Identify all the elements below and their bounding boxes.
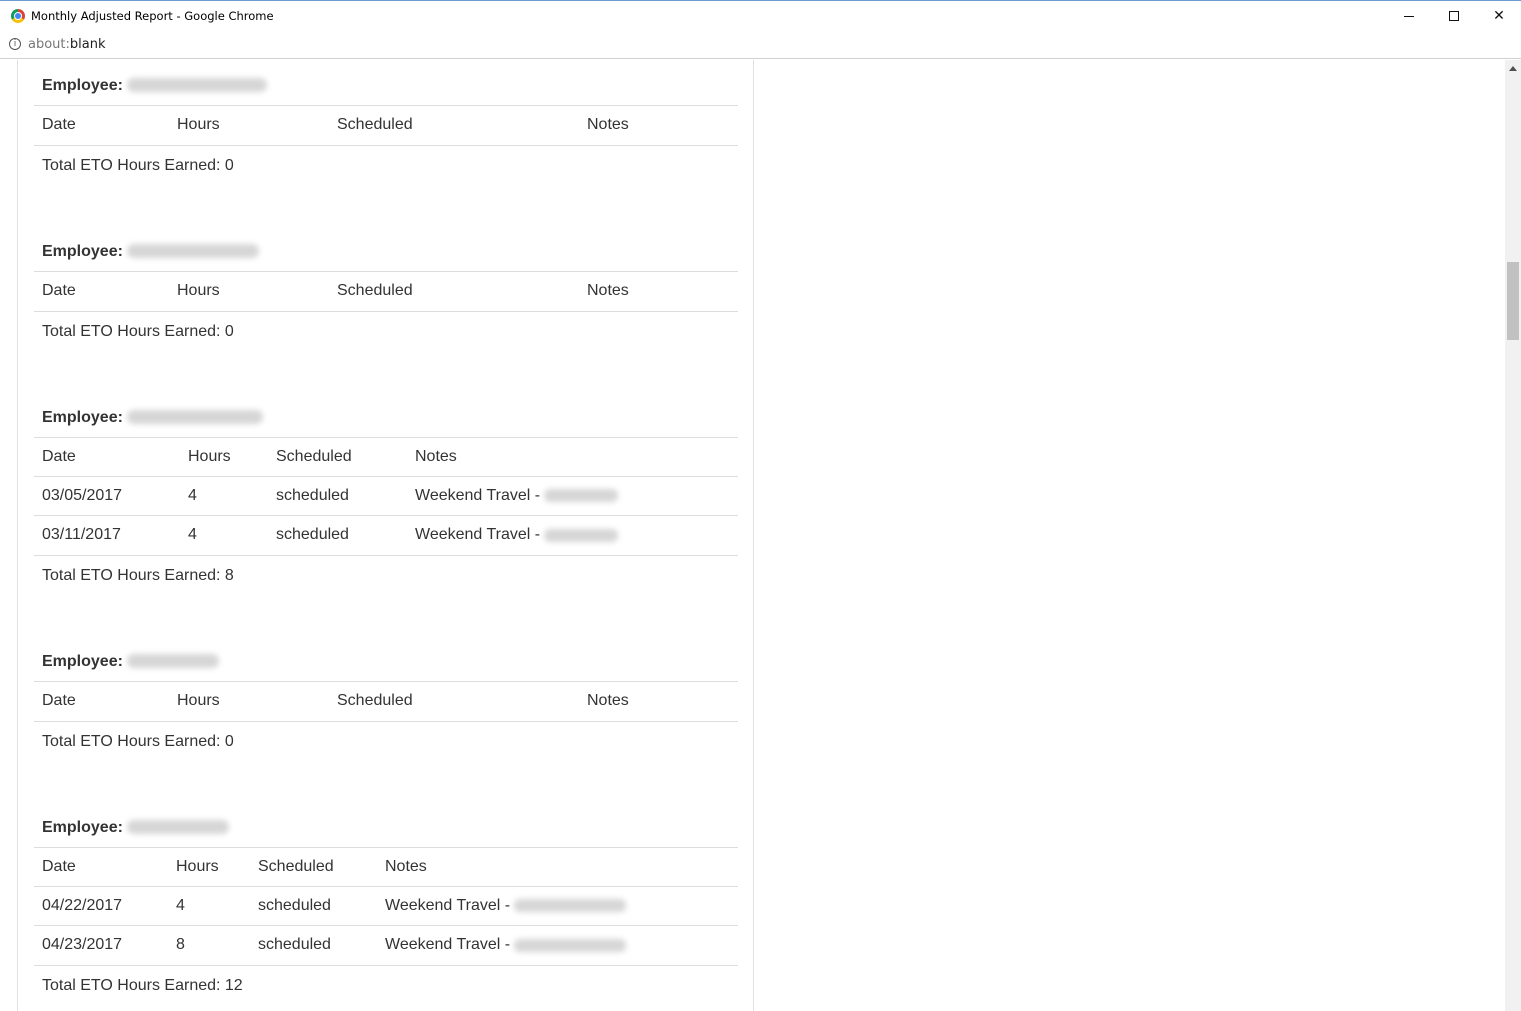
employee-section: Employee: Date Hours Scheduled Notes Tot… <box>34 233 738 350</box>
cell-scheduled: scheduled <box>250 925 377 965</box>
scroll-up-arrow-icon[interactable] <box>1509 66 1517 71</box>
hours-table: Date Hours Scheduled Notes 04/22/2017 4 … <box>34 847 738 965</box>
minimize-button[interactable] <box>1386 1 1432 31</box>
employee-section: Employee: Date Hours Scheduled Notes 03/… <box>34 399 738 594</box>
employee-heading: Employee: <box>34 399 738 437</box>
table-header-row: Date Hours Scheduled Notes <box>34 847 738 887</box>
col-hours-header: Hours <box>169 271 329 311</box>
cell-date: 03/05/2017 <box>34 476 180 516</box>
notes-redacted <box>544 489 619 503</box>
hours-table: Date Hours Scheduled Notes <box>34 271 738 311</box>
cell-scheduled: scheduled <box>250 886 377 926</box>
maximize-icon <box>1449 11 1459 21</box>
cell-hours: 8 <box>168 925 250 965</box>
employee-name-redacted <box>126 409 263 424</box>
col-notes-header: Notes <box>579 105 738 145</box>
col-date-header: Date <box>34 847 168 887</box>
window-title: Monthly Adjusted Report - Google Chrome <box>31 9 274 23</box>
employee-name-redacted <box>126 819 229 834</box>
employee-name-redacted <box>126 77 267 92</box>
col-hours-header: Hours <box>169 105 329 145</box>
cell-scheduled: scheduled <box>268 515 407 555</box>
table-header-row: Date Hours Scheduled Notes <box>34 437 738 477</box>
col-scheduled-header: Scheduled <box>329 271 579 311</box>
hours-table: Date Hours Scheduled Notes 03/05/2017 4 … <box>34 437 738 555</box>
url-text[interactable]: about:blank <box>28 37 106 52</box>
table-row: 04/23/2017 8 scheduled Weekend Travel - <box>34 925 738 965</box>
notes-redacted <box>544 528 619 542</box>
col-scheduled-header: Scheduled <box>268 437 407 477</box>
employee-section: Employee: Date Hours Scheduled Notes Tot… <box>34 67 738 184</box>
cell-hours: 4 <box>180 476 268 516</box>
employee-name-redacted <box>126 653 219 668</box>
table-header-row: Date Hours Scheduled Notes <box>34 105 738 145</box>
col-date-header: Date <box>34 437 180 477</box>
cell-notes: Weekend Travel - <box>377 886 738 926</box>
col-notes-header: Notes <box>407 437 738 477</box>
cell-notes: Weekend Travel - <box>407 515 738 555</box>
cell-notes: Weekend Travel - <box>407 476 738 516</box>
cell-date: 03/11/2017 <box>34 515 180 555</box>
table-header-row: Date Hours Scheduled Notes <box>34 681 738 721</box>
col-notes-header: Notes <box>377 847 738 887</box>
cell-hours: 4 <box>168 886 250 926</box>
col-hours-header: Hours <box>169 681 329 721</box>
cell-scheduled: scheduled <box>268 476 407 516</box>
employee-section: Employee: Date Hours Scheduled Notes Tot… <box>34 643 738 760</box>
total-eto: Total ETO Hours Earned: 8 <box>34 554 738 594</box>
employee-heading: Employee: <box>34 809 738 847</box>
minimize-icon <box>1404 15 1414 17</box>
total-eto: Total ETO Hours Earned: 0 <box>34 310 738 350</box>
col-scheduled-header: Scheduled <box>329 105 579 145</box>
total-eto: Total ETO Hours Earned: 12 <box>34 964 738 1004</box>
chrome-icon <box>11 9 25 23</box>
hours-table: Date Hours Scheduled Notes <box>34 681 738 721</box>
cell-date: 04/23/2017 <box>34 925 168 965</box>
table-row: 03/11/2017 4 scheduled Weekend Travel - <box>34 515 738 555</box>
notes-redacted <box>514 938 627 952</box>
scrollbar-thumb[interactable] <box>1507 262 1519 340</box>
cell-hours: 4 <box>180 515 268 555</box>
col-notes-header: Notes <box>579 271 738 311</box>
col-scheduled-header: Scheduled <box>250 847 377 887</box>
total-eto: Total ETO Hours Earned: 0 <box>34 720 738 760</box>
employee-heading: Employee: <box>34 233 738 271</box>
table-row: 03/05/2017 4 scheduled Weekend Travel - <box>34 476 738 516</box>
vertical-scrollbar[interactable] <box>1505 60 1521 1011</box>
col-date-header: Date <box>34 105 169 145</box>
title-bar: Monthly Adjusted Report - Google Chrome … <box>0 0 1521 31</box>
page-viewport: Employee: Date Hours Scheduled Notes Tot… <box>0 60 1521 1011</box>
notes-redacted <box>514 899 627 913</box>
report-column: Employee: Date Hours Scheduled Notes Tot… <box>17 60 754 1011</box>
employee-name-redacted <box>126 243 259 258</box>
address-bar[interactable]: i about:blank <box>0 31 1521 59</box>
employee-heading: Employee: <box>34 643 738 681</box>
col-scheduled-header: Scheduled <box>329 681 579 721</box>
info-icon[interactable]: i <box>9 38 21 50</box>
col-hours-header: Hours <box>180 437 268 477</box>
cell-notes: Weekend Travel - <box>377 925 738 965</box>
close-button[interactable]: ✕ <box>1476 1 1521 31</box>
total-eto: Total ETO Hours Earned: 0 <box>34 144 738 184</box>
table-row: 04/22/2017 4 scheduled Weekend Travel - <box>34 886 738 926</box>
hours-table: Date Hours Scheduled Notes <box>34 105 738 145</box>
cell-date: 04/22/2017 <box>34 886 168 926</box>
col-hours-header: Hours <box>168 847 250 887</box>
col-date-header: Date <box>34 271 169 311</box>
maximize-button[interactable] <box>1431 1 1477 31</box>
col-date-header: Date <box>34 681 169 721</box>
col-notes-header: Notes <box>579 681 738 721</box>
employee-heading: Employee: <box>34 67 738 105</box>
table-header-row: Date Hours Scheduled Notes <box>34 271 738 311</box>
employee-section: Employee: Date Hours Scheduled Notes 04/… <box>34 809 738 1004</box>
close-icon: ✕ <box>1493 8 1505 24</box>
